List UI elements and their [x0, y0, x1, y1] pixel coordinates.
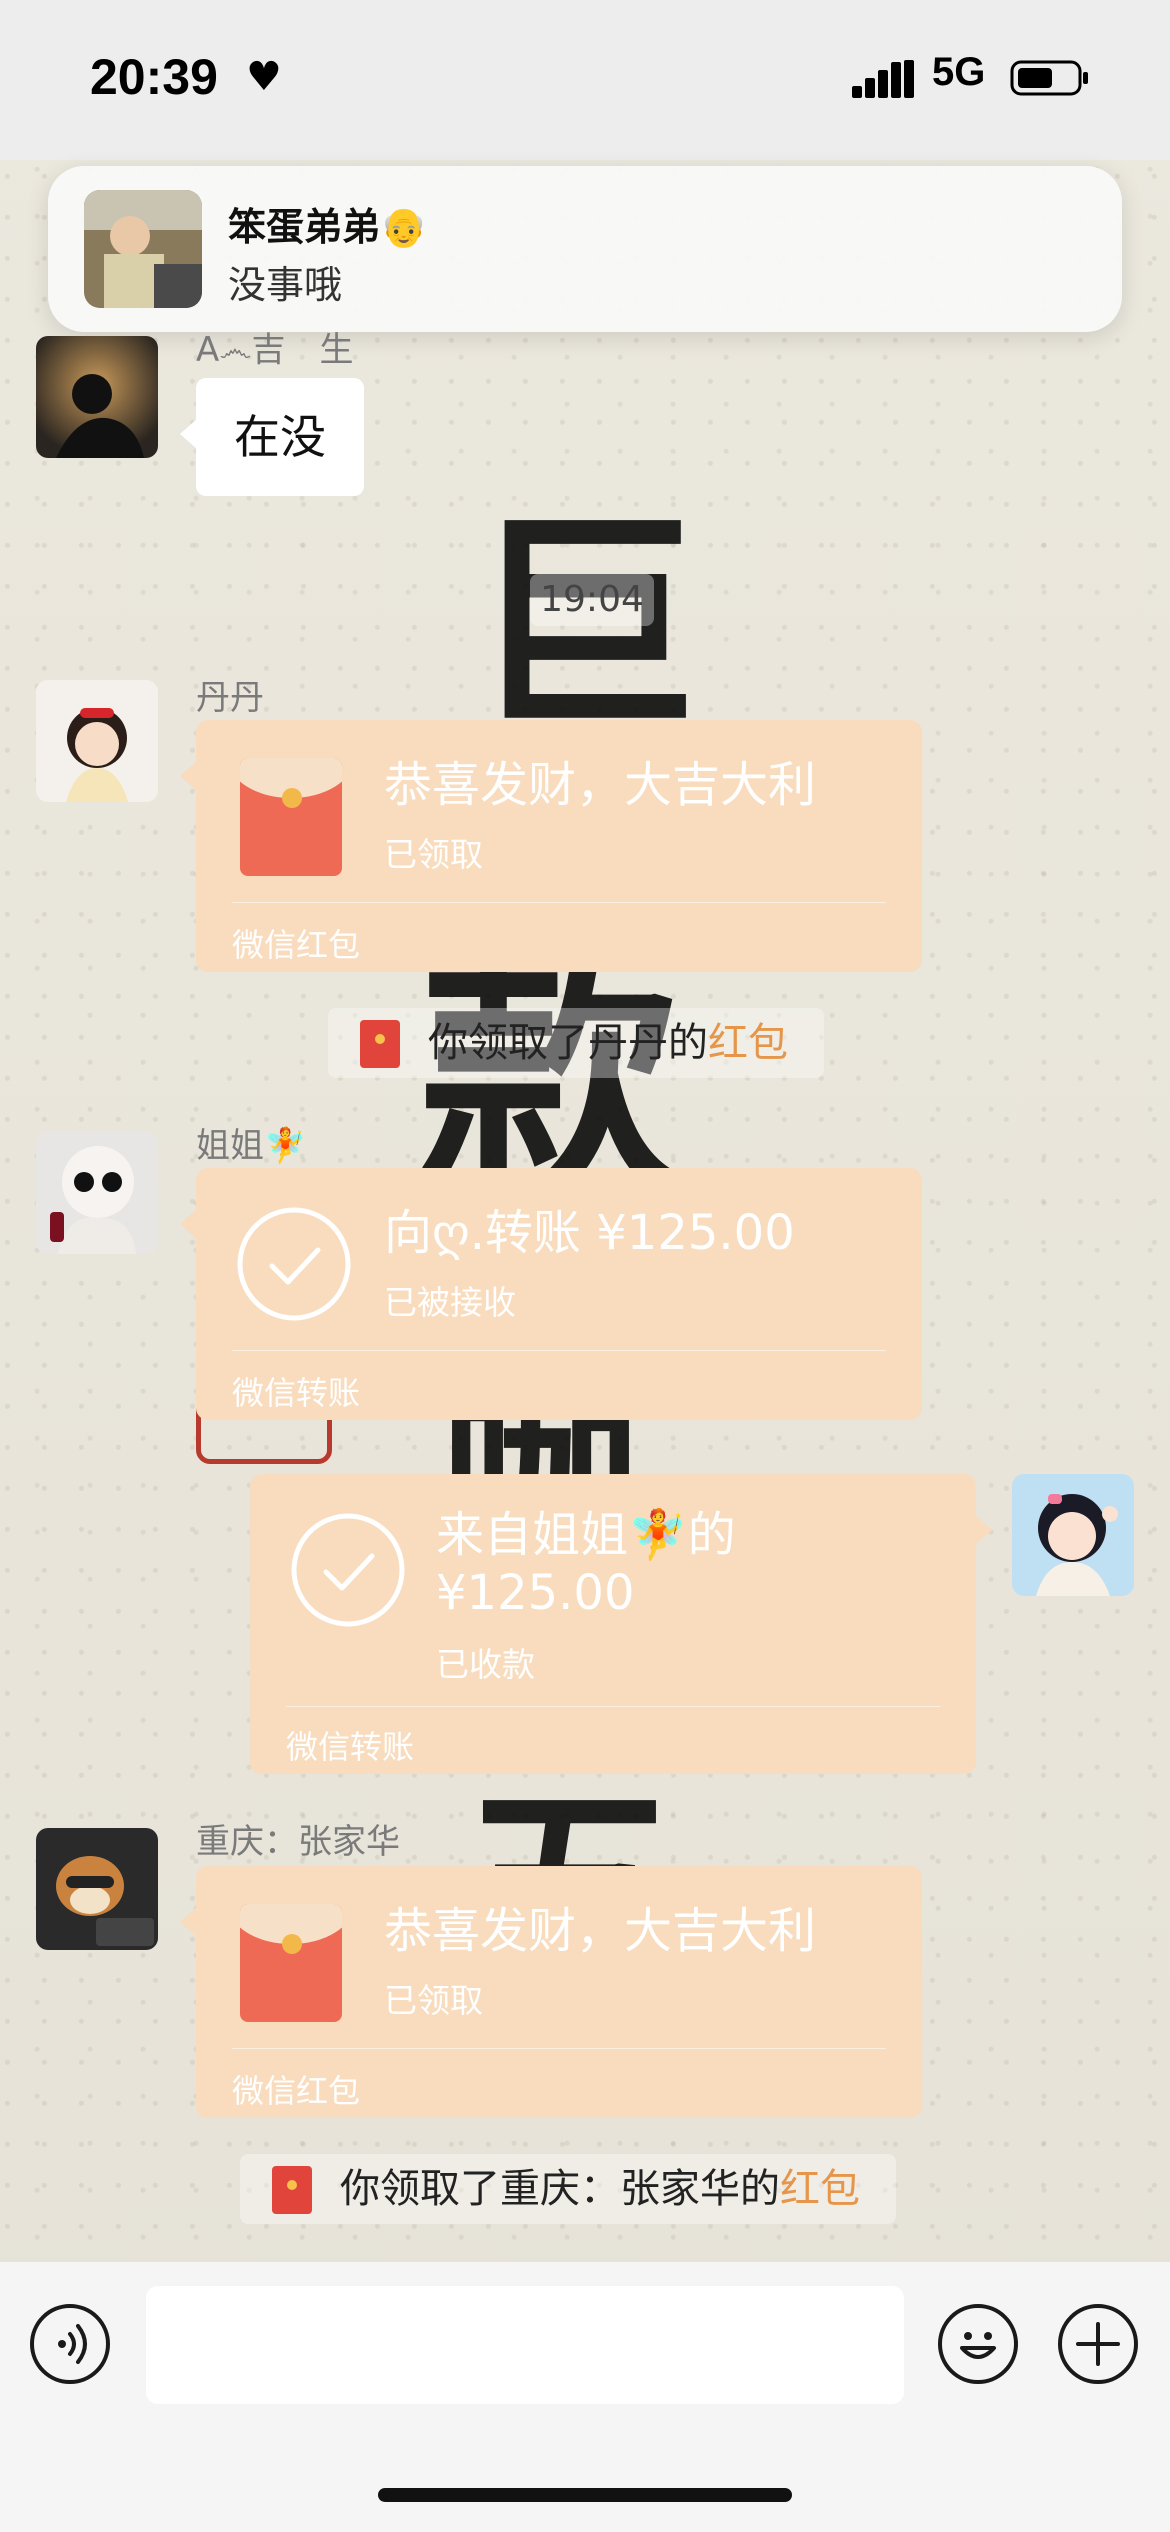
red-packet-icon	[360, 1020, 400, 1068]
check-circle-icon	[237, 1207, 351, 1321]
plus-icon[interactable]	[1058, 2304, 1138, 2384]
card-footer: 微信转账	[286, 1728, 415, 1766]
red-packet-card[interactable]: 恭喜发财，大吉大利 已领取 微信红包	[180, 1866, 922, 2118]
transfer-card[interactable]: 向ღ.转账 ¥125.00 已被接收 微信转账	[180, 1168, 922, 1420]
red-packet-icon	[240, 758, 342, 876]
battery-icon	[1010, 60, 1088, 96]
transfer-amount: ¥125.00	[436, 1565, 635, 1621]
transfer-title: 向ღ.转账 ¥125.00	[384, 1205, 795, 1261]
card-divider	[232, 902, 886, 903]
card-footer: 微信转账	[232, 1374, 361, 1412]
notice-text: 你领取了丹丹的	[428, 1020, 708, 1066]
system-notice: 你领取了重庆：张家华的红包	[240, 2154, 896, 2224]
status-bar: 20:39 ♥ 5G	[0, 0, 1170, 160]
red-packet-status: 已领取	[384, 835, 483, 874]
network-type: 5G	[932, 50, 986, 94]
transfer-status: 已被接收	[384, 1283, 516, 1322]
sender-name: 丹丹	[196, 678, 264, 718]
transfer-status: 已收款	[436, 1645, 535, 1684]
red-packet-link[interactable]: 红包	[708, 1020, 788, 1066]
transfer-title-line1: 来自姐姐🧚的	[436, 1507, 736, 1563]
signal-icon	[852, 60, 914, 98]
sender-name: A෴吉 生	[196, 330, 354, 370]
notice-text: 你领取了重庆：张家华的	[340, 2166, 780, 2212]
home-indicator[interactable]	[378, 2488, 792, 2502]
system-notice: 你领取了丹丹的红包	[328, 1008, 824, 1078]
red-packet-title: 恭喜发财，大吉大利	[384, 1903, 817, 1959]
transfer-received-card[interactable]: 来自姐姐🧚的 ¥125.00 已收款 微信转账	[250, 1474, 992, 1774]
notification-message: 没事哦	[228, 263, 343, 307]
avatar[interactable]	[36, 336, 158, 458]
avatar[interactable]	[36, 1828, 158, 1950]
message-input[interactable]	[146, 2286, 904, 2404]
avatar[interactable]	[36, 680, 158, 802]
sender-name: 重庆：张家华	[196, 1822, 400, 1862]
emoji-icon[interactable]	[938, 2304, 1018, 2384]
message-timestamp: 19:04	[530, 574, 654, 626]
avatar[interactable]	[36, 1132, 158, 1254]
heart-icon: ♥	[246, 54, 282, 100]
card-divider	[286, 1706, 940, 1707]
red-packet-status: 已领取	[384, 1981, 483, 2020]
card-footer: 微信红包	[232, 2072, 361, 2110]
check-circle-icon	[291, 1513, 405, 1627]
status-time: 20:39	[90, 49, 218, 105]
sender-name: 姐姐🧚	[196, 1126, 307, 1166]
message-text: 在没	[234, 410, 326, 464]
my-avatar[interactable]	[1012, 1474, 1134, 1596]
notification-banner[interactable]: 笨蛋弟弟👴 没事哦	[48, 166, 1122, 332]
card-divider	[232, 2048, 886, 2049]
notification-avatar	[84, 190, 202, 308]
text-message-bubble[interactable]: 在没	[180, 378, 364, 496]
red-packet-link[interactable]: 红包	[780, 2166, 860, 2212]
card-footer: 微信红包	[232, 926, 361, 964]
red-packet-icon	[240, 1904, 342, 2022]
card-divider	[232, 1350, 886, 1351]
red-packet-title: 恭喜发财，大吉大利	[384, 757, 817, 813]
red-packet-icon	[272, 2166, 312, 2214]
notification-sender: 笨蛋弟弟👴	[228, 205, 428, 249]
voice-input-icon[interactable]	[30, 2304, 110, 2384]
red-packet-card[interactable]: 恭喜发财，大吉大利 已领取 微信红包	[180, 720, 922, 972]
